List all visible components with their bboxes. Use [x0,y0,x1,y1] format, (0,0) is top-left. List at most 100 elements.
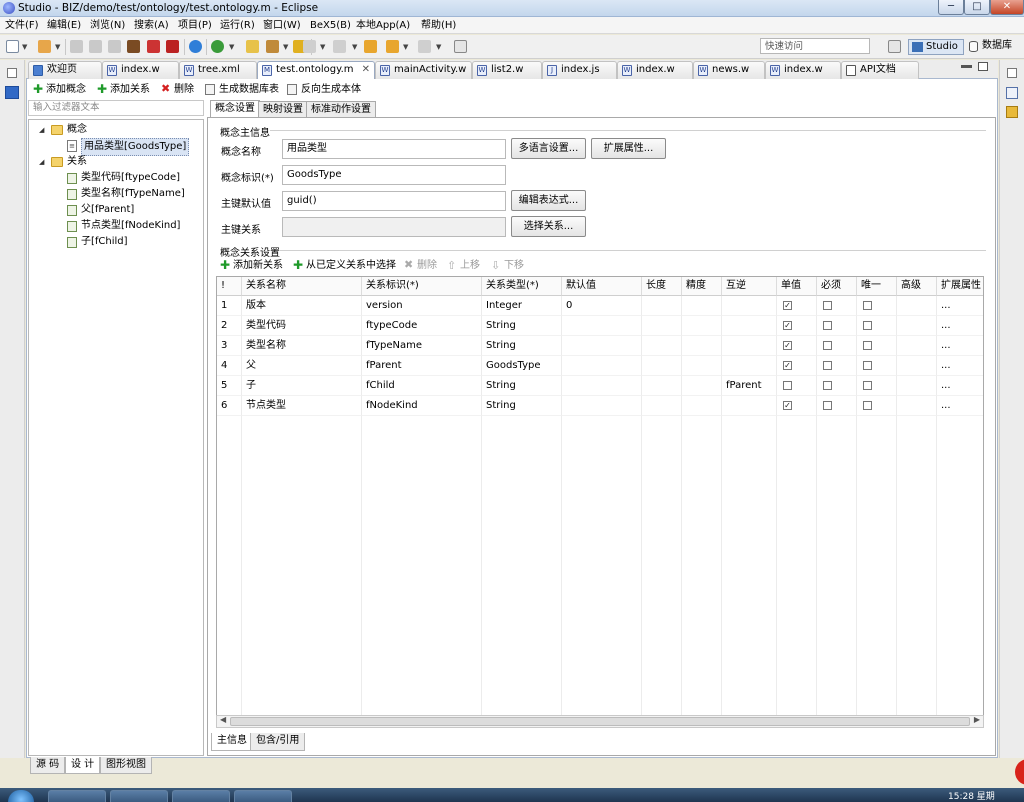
project-explorer-icon[interactable] [5,86,19,99]
taskbar-app[interactable] [234,790,292,802]
table-cell-name[interactable]: 版本 [242,296,362,316]
multilang-settings-button[interactable]: 多语言设置... [511,138,586,159]
rocket-icon[interactable] [266,40,279,53]
back-dropdown-icon[interactable]: ▼ [403,43,408,51]
table-cell-no[interactable]: 6 [217,396,242,416]
table-cell-no[interactable]: 2 [217,316,242,336]
unchecked-checkbox[interactable] [823,301,832,310]
table-cell-name[interactable]: 子 [242,376,362,396]
tab-standard-action-settings[interactable]: 标准动作设置 [306,101,376,118]
table-cell-name[interactable]: 节点类型 [242,396,362,416]
taskbar-app[interactable] [172,790,230,802]
checked-checkbox[interactable]: ✓ [783,361,792,370]
tab-source[interactable]: 源 码 [30,757,66,774]
checkbox-cell[interactable] [857,316,897,336]
next-annotation-dropdown-icon[interactable]: ▼ [320,43,325,51]
table-cell-empty[interactable] [642,376,682,396]
rocket-dropdown-icon[interactable]: ▼ [283,43,288,51]
outline-icon[interactable] [1006,87,1018,99]
run-icon[interactable] [189,40,202,53]
move-up-button[interactable]: ⇧ 上移 [447,259,480,273]
table-cell-no[interactable]: 1 [217,296,242,316]
checkbox-cell[interactable] [857,376,897,396]
new-file-icon[interactable] [6,40,19,53]
table-cell-ext[interactable]: ... [937,296,983,316]
table-cell-type[interactable]: String [482,316,562,336]
expand-icon[interactable]: ◢ [39,122,44,138]
table-cell-name[interactable]: 父 [242,356,362,376]
tab-list2-w[interactable]: W list2.w [472,61,542,79]
compile-icon[interactable] [166,40,179,53]
table-cell-empty[interactable] [897,356,937,376]
table-cell-name[interactable]: 类型名称 [242,336,362,356]
tab-index-w-1[interactable]: W index.w [102,61,179,79]
menu-run[interactable]: 运行(R) [220,18,255,33]
tab-api-doc[interactable]: API文档 [841,61,919,79]
table-cell-ext[interactable]: ... [937,356,983,376]
table-cell-default[interactable] [562,336,642,356]
table-cell-id[interactable]: fChild [362,376,482,396]
default-key-field[interactable]: guid() [282,191,506,211]
table-cell-name[interactable]: 类型代码 [242,316,362,336]
unchecked-checkbox[interactable] [863,321,872,330]
tab-graph-view[interactable]: 图形视图 [100,757,152,774]
taskbar-app[interactable] [110,790,168,802]
scroll-right-icon[interactable]: ▶ [974,715,980,724]
unchecked-checkbox[interactable] [823,361,832,370]
menu-search[interactable]: 搜索(A) [134,18,169,33]
table-cell-empty[interactable] [897,396,937,416]
checkbox-cell[interactable]: ✓ [777,356,817,376]
table-cell-inverse[interactable] [722,396,777,416]
expand-icon[interactable]: ◢ [39,154,44,170]
add-new-relation-button[interactable]: ✚ 添加新关系 [220,259,283,273]
back-icon[interactable] [386,40,399,53]
table-row[interactable]: 5 子 fChild String fParent... [217,376,983,396]
table-cell-empty[interactable] [682,336,722,356]
table-cell-id[interactable]: fTypeName [362,336,482,356]
edit-expression-button[interactable]: 编辑表达式... [511,190,586,211]
tasks-icon[interactable] [1006,106,1018,118]
table-cell-empty[interactable] [682,376,722,396]
table-cell-empty[interactable] [682,356,722,376]
unchecked-checkbox[interactable] [863,401,872,410]
scrollbar-thumb[interactable] [230,717,970,726]
table-cell-ext[interactable]: ... [937,316,983,336]
last-edit-icon[interactable] [364,40,377,53]
checked-checkbox[interactable]: ✓ [783,321,792,330]
unchecked-checkbox[interactable] [783,381,792,390]
table-cell-type[interactable]: GoodsType [482,356,562,376]
table-row[interactable]: 1 版本 version Integer 0 ✓... [217,296,983,316]
unchecked-checkbox[interactable] [863,341,872,350]
prev-annotation-dropdown-icon[interactable]: ▼ [352,43,357,51]
checkbox-cell[interactable] [857,296,897,316]
run-config-dropdown-icon[interactable]: ▼ [55,43,60,51]
floating-assistant-icon[interactable] [1015,759,1024,785]
table-cell-id[interactable]: ftypeCode [362,316,482,336]
unchecked-checkbox[interactable] [823,401,832,410]
add-concept-button[interactable]: ✚ 添加概念 [33,82,86,97]
delete-button[interactable]: ✖ 删除 [161,82,194,97]
checkbox-cell[interactable] [857,336,897,356]
checkbox-cell[interactable]: ✓ [777,316,817,336]
filter-input[interactable]: 输入过滤器文本 [28,100,204,116]
menu-window[interactable]: 窗口(W) [263,18,301,33]
checkbox-cell[interactable]: ✓ [777,296,817,316]
table-cell-ext[interactable]: ... [937,376,983,396]
table-cell-id[interactable]: version [362,296,482,316]
table-row[interactable]: 6 节点类型 fNodeKind String ✓... [217,396,983,416]
run-config-icon[interactable] [38,40,51,53]
tab-index-w-2[interactable]: W index.w [617,61,693,79]
tree-relation-item[interactable]: 父[fParent] [29,202,199,218]
build-icon[interactable] [127,40,140,53]
table-cell-id[interactable]: fNodeKind [362,396,482,416]
tab-mainactivity-w[interactable]: W mainActivity.w [375,61,472,79]
tab-index-js[interactable]: J index.js [542,61,617,79]
close-tab-icon[interactable]: ✕ [362,62,370,78]
search-tool-icon[interactable] [211,40,224,53]
table-cell-inverse[interactable]: fParent [722,376,777,396]
table-cell-empty[interactable] [642,296,682,316]
menu-file[interactable]: 文件(F) [5,18,39,33]
tree-relation-item[interactable]: 类型名称[fTypeName] [29,186,199,202]
table-cell-empty[interactable] [642,316,682,336]
open-perspective-icon[interactable] [888,40,901,53]
